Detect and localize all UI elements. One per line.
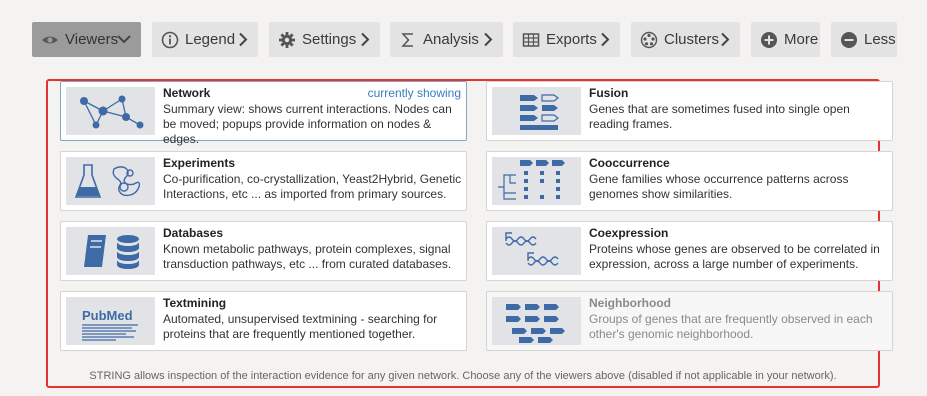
viewer-description: Gene families whose occurrence patterns … [589,172,849,201]
chevron-right-icon [360,32,370,47]
experiments-thumbnail [66,157,155,205]
toolbar: Viewers Legend Settings Analysis Exports… [0,22,927,57]
less-button[interactable]: Less [831,22,897,57]
viewers-button[interactable]: Viewers [32,22,141,57]
viewer-card-cooccurrence[interactable]: Cooccurrence Gene families whose occurre… [486,151,893,211]
viewer-card-network[interactable]: Network currently showing Summary view: … [60,81,467,146]
network-thumbnail [66,87,155,135]
more-label: More [784,31,819,48]
info-icon [161,31,179,49]
viewer-description: Proteins whose genes are observed to be … [589,242,880,271]
table-icon [522,31,540,49]
cluster-icon [640,31,658,49]
viewer-card-textmining[interactable]: PubMed Textmining Automated, unsupervise… [60,291,467,351]
viewer-title: Experiments [163,156,236,170]
chevron-right-icon [238,32,248,47]
pubmed-logo: PubMed [82,308,133,323]
analysis-button[interactable]: Analysis [390,22,503,57]
viewer-title: Cooccurrence [589,156,670,170]
viewer-title: Network [163,86,211,100]
viewer-card-experiments[interactable]: Experiments Co-purification, co-crystall… [60,151,467,211]
clusters-button[interactable]: Clusters [631,22,740,57]
viewer-title: Fusion [589,86,629,100]
gear-icon [278,31,296,49]
legend-button[interactable]: Legend [152,22,258,57]
clusters-label: Clusters [664,31,720,48]
chevron-right-icon [720,32,730,47]
viewer-description: Co-purification, co-crystallization, Yea… [163,172,462,201]
viewers-panel: Network currently showing Summary view: … [46,79,893,388]
viewer-card-coexpression[interactable]: Coexpression Proteins whose genes are ob… [486,221,893,281]
viewer-title: Textmining [163,296,227,310]
plus-circle-icon [760,31,778,49]
chevron-right-icon [483,32,493,47]
databases-thumbnail [66,227,155,275]
settings-label: Settings [302,31,357,48]
fusion-thumbnail [492,87,581,135]
chevron-down-icon [117,33,131,48]
cooccurrence-thumbnail [492,157,581,205]
viewer-description: Genes that are sometimes fused into sing… [589,102,850,131]
viewer-description: Summary view: shows current interactions… [163,102,452,146]
settings-button[interactable]: Settings [269,22,380,57]
legend-label: Legend [185,31,236,48]
viewer-card-fusion[interactable]: Fusion Genes that are sometimes fused in… [486,81,893,141]
exports-label: Exports [546,31,597,48]
eye-icon [41,31,59,49]
exports-button[interactable]: Exports [513,22,620,57]
neighborhood-thumbnail [492,297,581,345]
viewer-card-neighborhood: Neighborhood Groups of genes that are fr… [486,291,893,351]
pubmed-thumbnail: PubMed [66,297,155,345]
minus-circle-icon [840,31,858,49]
viewer-description: Automated, unsupervised textmining - sea… [163,312,438,341]
current-status-label: currently showing [367,86,461,100]
sigma-icon [399,31,417,49]
viewer-card-databases[interactable]: Databases Known metabolic pathways, prot… [60,221,467,281]
viewer-title: Databases [163,226,224,240]
analysis-label: Analysis [423,31,479,48]
viewers-footer-note: STRING allows inspection of the interact… [89,370,837,382]
viewer-description: Known metabolic pathways, protein comple… [163,242,452,271]
viewer-description: Groups of genes that are frequently obse… [589,312,873,341]
viewers-label: Viewers [65,31,119,48]
less-label: Less [864,31,896,48]
chevron-right-icon [600,32,610,47]
more-button[interactable]: More [751,22,820,57]
coexpression-thumbnail [492,227,581,275]
viewer-title: Neighborhood [589,296,671,310]
viewer-title: Coexpression [589,226,669,240]
